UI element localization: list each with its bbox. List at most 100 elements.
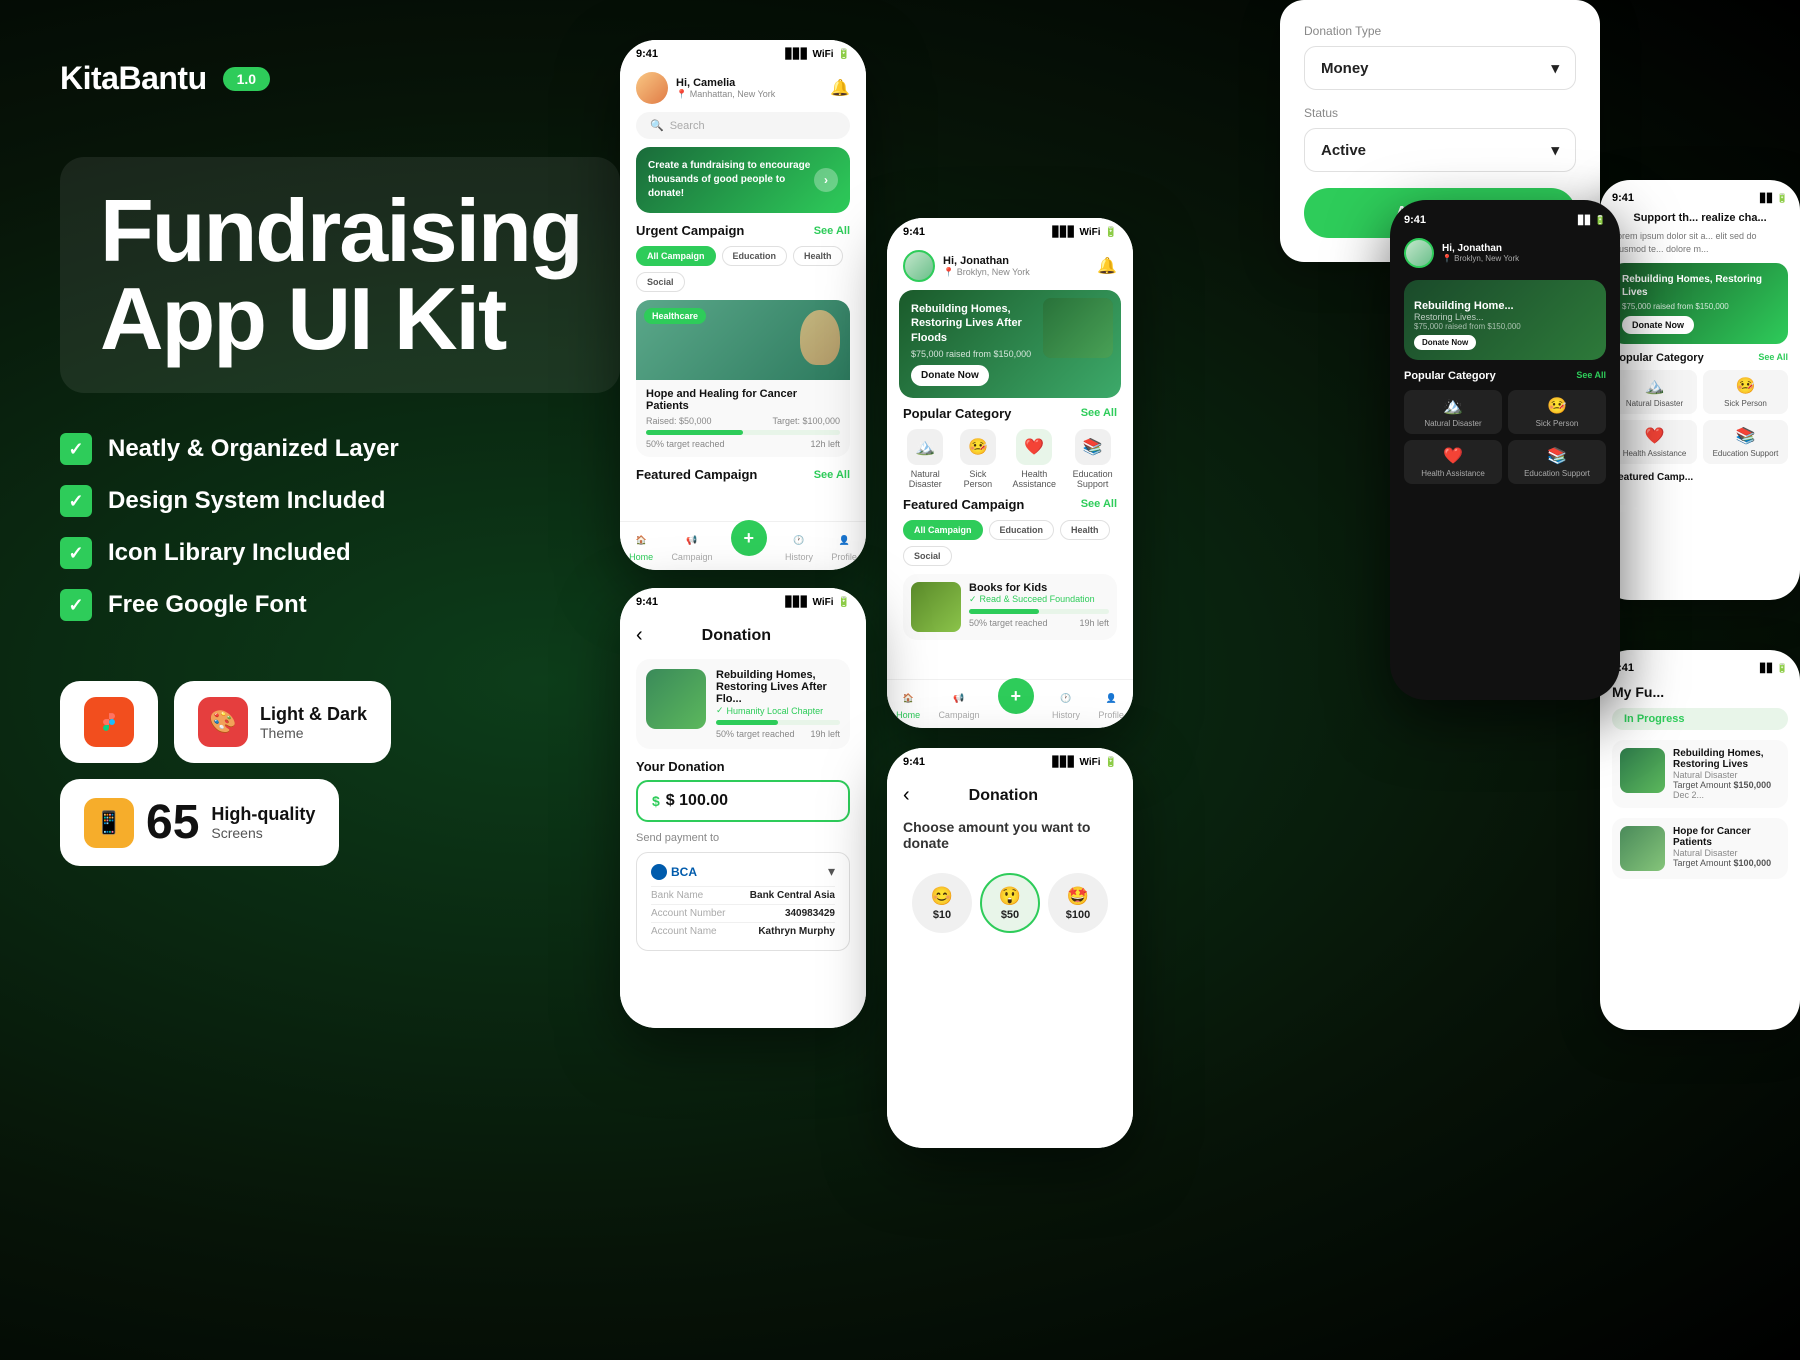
status-bar-donation: 9:41 ▊▊▊WiFi🔋	[620, 588, 866, 612]
tag-education-second[interactable]: Education	[989, 520, 1055, 540]
tab-profile[interactable]: 👤 Profile	[831, 530, 857, 562]
check-icon-1: ✓	[60, 433, 92, 465]
status-label: Status	[1304, 106, 1576, 120]
amount-chip-50[interactable]: 😲 $50	[980, 873, 1040, 933]
tab-campaign-second[interactable]: 📢 Campaign	[938, 688, 979, 720]
campaign-card-main: Healthcare Hope and Healing for Cancer P…	[636, 300, 850, 457]
dark-cat-1[interactable]: 🏔️ Natural Disaster	[1404, 390, 1502, 434]
books-card-content: Books for Kids ✓ Read & Succeed Foundati…	[903, 574, 1117, 640]
campaign-meta-main: Raised: $50,000 Target: $100,000	[646, 416, 840, 426]
bank-details-row: BCA ▾ Bank Name Bank Central Asia Accoun…	[636, 852, 850, 951]
donation-amount-input[interactable]: $ $ 100.00	[636, 780, 850, 822]
right-bottom-status: 9:41 ▊▊🔋	[1612, 662, 1788, 674]
feature-4: ✓ Free Google Font	[60, 589, 620, 621]
phone-right-top: 9:41 ▊▊🔋 Support th... realize cha... Lo…	[1600, 180, 1800, 600]
user-header-second: Hi, Jonathan 📍 Broklyn, New York 🔔	[887, 242, 1133, 290]
campaign-icon: 📢	[682, 530, 702, 550]
right-campaign-img-1	[1620, 748, 1665, 793]
tag-all[interactable]: All Campaign	[636, 246, 716, 266]
dark-cat-4[interactable]: 📚 Education Support	[1508, 440, 1606, 484]
tab-history-second[interactable]: 🕐 History	[1052, 688, 1080, 720]
phone-main: 9:41 ▊▊▊WiFi🔋 Hi, Camelia 📍 Manhattan, N…	[620, 40, 866, 570]
notification-icon-2[interactable]: 🔔	[1097, 256, 1117, 276]
dark-cat-3[interactable]: ❤️ Health Assistance	[1404, 440, 1502, 484]
cat-sick-person[interactable]: 🤒 SickPerson	[960, 429, 996, 489]
tab-campaign[interactable]: 📢 Campaign	[671, 530, 712, 562]
cat-education-support[interactable]: 📚 EducationSupport	[1073, 429, 1113, 489]
amount-chip-10[interactable]: 😊 $10	[912, 873, 972, 933]
donation-campaign-card: Rebuilding Homes, Restoring Lives After …	[636, 659, 850, 749]
verified-icon-2: ✓	[716, 705, 724, 716]
donation-type-select[interactable]: Money ▾	[1304, 46, 1576, 90]
phone-donation-dark: 9:41 ▊▊▊WiFi🔋 ‹ Donation Choose amount y…	[887, 748, 1133, 1148]
hero-arrow[interactable]: ›	[814, 168, 838, 192]
books-image	[911, 582, 961, 632]
dark-cat-2[interactable]: 🤒 Sick Person	[1508, 390, 1606, 434]
books-progress-bg	[969, 609, 1109, 614]
dark-status-icons: ▊▊🔋	[1578, 215, 1606, 226]
account-number-field: Account Number 340983429	[651, 904, 835, 922]
right-status: 9:41 ▊▊🔋	[1612, 192, 1788, 204]
amount-chip-100[interactable]: 🤩 $100	[1048, 873, 1108, 933]
tab-home-second[interactable]: 🏠 Home	[896, 688, 920, 720]
status-bar-main: 9:41 ▊▊▊WiFi🔋	[620, 40, 866, 64]
tab-profile-second[interactable]: 👤 Profile	[1098, 688, 1124, 720]
add-center-icon-2: +	[998, 678, 1034, 714]
tag-social[interactable]: Social	[636, 272, 685, 292]
home-icon: 🏠	[631, 530, 651, 550]
category-grid-second: 🏔️ NaturalDisaster 🤒 SickPerson ❤️ Healt…	[887, 429, 1133, 489]
dark-popular-header: Popular Category See All	[1404, 370, 1606, 382]
donate-now-btn[interactable]: Donate Now	[911, 365, 989, 386]
tag-health-second[interactable]: Health	[1060, 520, 1110, 540]
profile-icon-2: 👤	[1101, 688, 1121, 708]
bank-name-row: BCA ▾	[651, 863, 835, 880]
right-cat-2[interactable]: 🤒 Sick Person	[1703, 370, 1788, 414]
cat-health-assistance[interactable]: ❤️ Health Assistance	[1013, 429, 1057, 489]
tab-add-second[interactable]: +	[998, 694, 1034, 714]
screens-badge-sub: Screens	[211, 825, 315, 841]
right-cat-4[interactable]: 📚 Education Support	[1703, 420, 1788, 464]
right-campaign-img-2	[1620, 826, 1665, 871]
right-cat-1[interactable]: 🏔️ Natural Disaster	[1612, 370, 1697, 414]
tag-education[interactable]: Education	[722, 246, 788, 266]
tab-add[interactable]: +	[731, 536, 767, 556]
status-select[interactable]: Active ▾	[1304, 128, 1576, 172]
user-info-main: Hi, Camelia 📍 Manhattan, New York	[636, 72, 775, 104]
dark-donate-btn[interactable]: Donate Now	[1414, 335, 1476, 350]
back-button-dark[interactable]: ‹	[903, 784, 910, 807]
user-header-main: Hi, Camelia 📍 Manhattan, New York 🔔	[620, 64, 866, 112]
right-status-icons: ▊▊🔋	[1760, 193, 1788, 204]
donate-now-right[interactable]: Donate Now	[1622, 316, 1694, 334]
healthcare-badge: Healthcare	[644, 308, 706, 324]
theme-badge-text: Light & Dark Theme	[260, 704, 367, 741]
location-icon: 📍	[676, 89, 687, 99]
tag-social-second[interactable]: Social	[903, 546, 952, 566]
right-cat-icon-3: ❤️	[1645, 426, 1665, 446]
tab-history[interactable]: 🕐 History	[785, 530, 813, 562]
dark-status-bar: 9:41 ▊▊🔋	[1404, 214, 1606, 226]
donation-campaign-image	[646, 669, 706, 729]
tag-all-second[interactable]: All Campaign	[903, 520, 983, 540]
tab-home[interactable]: 🏠 Home	[629, 530, 653, 562]
notification-icon[interactable]: 🔔	[830, 78, 850, 98]
back-button[interactable]: ‹	[636, 624, 643, 647]
cat-natural-disaster[interactable]: 🏔️ NaturalDisaster	[907, 429, 943, 489]
theme-badge: 🎨 Light & Dark Theme	[174, 681, 391, 763]
screens-icon: 📱	[84, 798, 134, 848]
dark-featured-img: Rebuilding Home... Restoring Lives... $7…	[1404, 280, 1606, 360]
phone-donation: 9:41 ▊▊▊WiFi🔋 ‹ Donation Rebuilding Home…	[620, 588, 866, 1028]
history-icon-2: 🕐	[1056, 688, 1076, 708]
donation-progress-bg	[716, 720, 840, 725]
filter-tags-second: All Campaign Education Health Social	[887, 520, 1133, 566]
feature-3: ✓ Icon Library Included	[60, 537, 620, 569]
tag-health[interactable]: Health	[793, 246, 843, 266]
right-campaign-info-1: Rebuilding Homes, Restoring Lives Natura…	[1673, 748, 1780, 800]
search-bar-main[interactable]: 🔍 Search	[636, 112, 850, 139]
right-cat-icon-1: 🏔️	[1645, 376, 1665, 396]
right-cat-3[interactable]: ❤️ Health Assistance	[1612, 420, 1697, 464]
screens-badge: 📱 65 High-quality Screens	[60, 779, 339, 866]
location-icon-2: 📍	[943, 267, 954, 277]
check-icon-2: ✓	[60, 485, 92, 517]
theme-badge-sub: Theme	[260, 725, 367, 741]
chevron-up-icon: ▾	[828, 863, 835, 880]
